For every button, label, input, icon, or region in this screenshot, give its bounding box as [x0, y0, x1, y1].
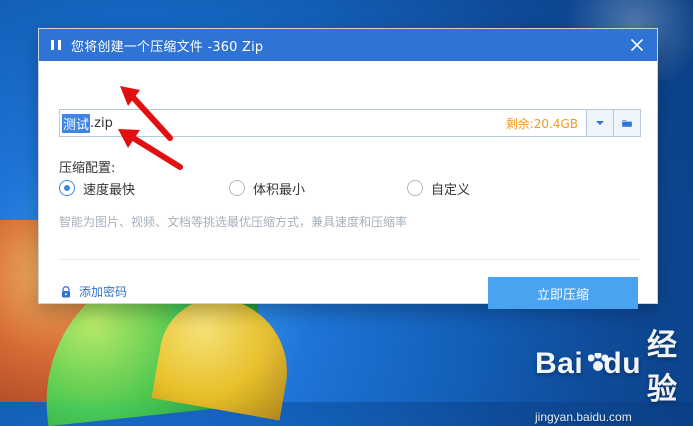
option-fastest[interactable]: 速度最快: [59, 177, 135, 199]
watermark-bai: Bai: [535, 347, 584, 380]
compress-now-button[interactable]: 立即压缩: [488, 277, 638, 309]
add-password-link[interactable]: 添加密码: [59, 283, 127, 300]
chevron-down-icon: [596, 121, 604, 125]
watermark-du: du: [603, 347, 642, 380]
dropdown-button[interactable]: [586, 110, 613, 136]
create-archive-window: 您将创建一个压缩文件 -360 Zip 测试 .zip 剩余:20.4GB 压缩…: [38, 28, 658, 309]
watermark-url: jingyan.baidu.com: [535, 410, 632, 424]
paw-icon: [585, 351, 609, 377]
archive-name-input[interactable]: 测试 .zip: [60, 110, 506, 136]
compression-options: 速度最快 体积最小 自定义: [59, 177, 639, 199]
archive-name-field[interactable]: 测试 .zip 剩余:20.4GB: [59, 109, 641, 137]
close-button[interactable]: [627, 35, 647, 55]
zip-icon: [49, 38, 63, 52]
compression-config-label: 压缩配置:: [59, 161, 116, 176]
option-fastest-label: 速度最快: [83, 182, 136, 198]
radio-custom[interactable]: [407, 180, 423, 196]
archive-name-selected-text: 测试: [62, 113, 91, 133]
option-custom[interactable]: 自定义: [407, 177, 470, 199]
option-smallest[interactable]: 体积最小: [229, 177, 305, 199]
window-titlebar: 您将创建一个压缩文件 -360 Zip: [39, 29, 657, 61]
browse-folder-button[interactable]: [613, 110, 640, 136]
divider: [59, 259, 639, 260]
close-icon: [631, 39, 643, 51]
compression-hint: 智能为图片、视频、文档等挑选最优压缩方式，兼具速度和压缩率: [59, 215, 408, 229]
radio-fastest[interactable]: [59, 180, 75, 196]
archive-name-extension: .zip: [90, 115, 113, 131]
lock-icon: [62, 285, 70, 297]
baidu-jingyan-watermark: Bai du 经验 jingyan.baidu.com: [535, 320, 685, 424]
watermark-jingyan: 经验: [647, 329, 678, 406]
watermark-main: Bai du 经验: [535, 320, 685, 408]
radio-smallest[interactable]: [229, 180, 245, 196]
folder-icon: [622, 120, 632, 127]
desktop-wallpaper-shape: [151, 289, 299, 421]
option-custom-label: 自定义: [431, 182, 471, 198]
add-password-label: 添加密码: [79, 285, 128, 299]
free-space-label: 剩余:20.4GB: [505, 116, 578, 131]
option-smallest-label: 体积最小: [253, 182, 306, 198]
window-title: 您将创建一个压缩文件 -360 Zip: [71, 39, 264, 55]
